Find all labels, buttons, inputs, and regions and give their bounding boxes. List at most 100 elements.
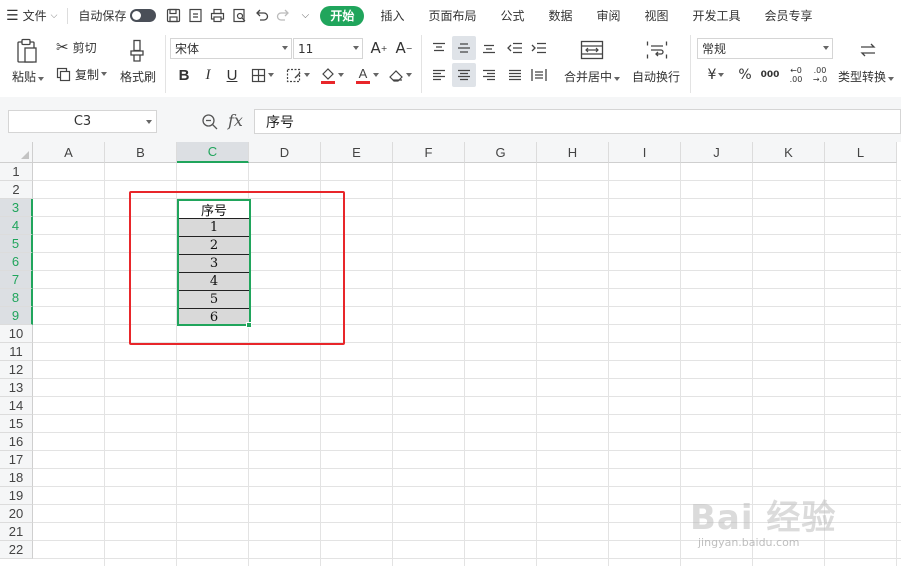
increase-indent-button[interactable] [528, 38, 550, 58]
tab-formulas[interactable]: 公式 [488, 0, 536, 31]
increase-decimal-button[interactable]: ←0.00 [786, 63, 806, 87]
cell-style-button[interactable] [283, 65, 313, 85]
type-convert-icon-button[interactable] [856, 38, 880, 62]
decrease-indent-button[interactable] [504, 38, 526, 58]
column-header-g[interactable]: G [465, 142, 537, 163]
cut-button[interactable]: ✂ 剪切 [56, 38, 97, 56]
tab-member[interactable]: 会员专享 [753, 0, 825, 31]
table-value-cell[interactable]: 4 [178, 272, 250, 290]
increase-font-size-button[interactable]: A + [370, 38, 388, 58]
decrease-decimal-button[interactable]: .00 →.0 [810, 63, 830, 87]
row-header-15[interactable]: 15 [0, 415, 33, 433]
tab-review[interactable]: 审阅 [585, 0, 633, 31]
decrease-font-size-button[interactable]: A − [395, 38, 413, 58]
merge-center-button[interactable]: 合并居中 [564, 68, 621, 85]
row-header-10[interactable]: 10 [0, 325, 33, 343]
row-header-21[interactable]: 21 [0, 523, 33, 541]
align-top-button[interactable] [428, 38, 450, 58]
customize-toolbar-icon[interactable]: ⌵ [294, 5, 316, 27]
row-header-22[interactable]: 22 [0, 541, 33, 559]
merge-center-icon-button[interactable] [578, 38, 606, 62]
table-value-cell[interactable]: 5 [178, 290, 250, 308]
redo-icon[interactable] [272, 5, 294, 27]
column-header-a[interactable]: A [33, 142, 105, 163]
fill-color-button[interactable] [318, 65, 346, 85]
column-header-c[interactable]: C [177, 142, 249, 163]
column-header-d[interactable]: D [249, 142, 321, 163]
table-value-cell[interactable]: 6 [178, 308, 250, 326]
clear-button[interactable] [386, 65, 414, 85]
distributed-align-button[interactable] [528, 65, 550, 85]
tab-page-layout[interactable]: 页面布局 [416, 0, 488, 31]
select-all-corner[interactable] [0, 142, 33, 163]
wrap-text-button[interactable]: 自动换行 [632, 68, 680, 85]
zoom-formula-icon[interactable] [201, 113, 219, 131]
row-header-5[interactable]: 5 [0, 235, 33, 253]
wrap-text-icon-button[interactable] [644, 38, 670, 62]
table-value-cell[interactable]: 3 [178, 254, 250, 272]
print-preview-icon[interactable] [228, 5, 250, 27]
row-header-7[interactable]: 7 [0, 271, 33, 289]
align-left-button[interactable] [428, 65, 450, 85]
currency-format-button[interactable]: ¥ [702, 65, 730, 85]
format-painter-button[interactable] [126, 37, 148, 65]
row-header-9[interactable]: 9 [0, 307, 33, 325]
bold-button[interactable]: B [176, 65, 192, 85]
insert-function-button[interactable]: fx [228, 111, 243, 130]
row-header-11[interactable]: 11 [0, 343, 33, 361]
number-format-select[interactable]: 常规 [697, 38, 833, 59]
name-box[interactable]: C3 [8, 110, 157, 133]
autosave-control[interactable]: 自动保存 [72, 0, 162, 31]
tab-home[interactable]: 开始 [320, 5, 365, 26]
row-header-6[interactable]: 6 [0, 253, 33, 271]
font-size-select[interactable]: 11 [293, 38, 363, 59]
row-header-4[interactable]: 4 [0, 217, 33, 235]
align-right-button[interactable] [478, 65, 500, 85]
row-header-3[interactable]: 3 [0, 199, 33, 217]
align-center-button[interactable] [452, 63, 476, 87]
font-name-select[interactable]: 宋体 [170, 38, 292, 59]
align-bottom-button[interactable] [478, 38, 500, 58]
column-header-e[interactable]: E [321, 142, 393, 163]
row-header-1[interactable]: 1 [0, 163, 33, 181]
fill-handle[interactable] [246, 322, 252, 328]
tab-view[interactable]: 视图 [633, 0, 681, 31]
paste-button[interactable] [14, 37, 40, 65]
column-header-f[interactable]: F [393, 142, 465, 163]
percent-format-button[interactable]: % [736, 65, 754, 85]
column-header-l[interactable]: L [825, 142, 897, 163]
row-header-19[interactable]: 19 [0, 487, 33, 505]
row-header-14[interactable]: 14 [0, 397, 33, 415]
align-middle-button[interactable] [452, 36, 476, 60]
undo-icon[interactable] [250, 5, 272, 27]
thousands-separator-button[interactable]: 000 [760, 65, 780, 85]
row-header-13[interactable]: 13 [0, 379, 33, 397]
save-icon[interactable] [162, 5, 184, 27]
italic-button[interactable]: I [201, 65, 215, 85]
font-color-button[interactable]: A [353, 65, 381, 85]
column-header-b[interactable]: B [105, 142, 177, 163]
column-header-h[interactable]: H [537, 142, 609, 163]
row-header-2[interactable]: 2 [0, 181, 33, 199]
row-header-17[interactable]: 17 [0, 451, 33, 469]
copy-button[interactable]: 复制 [56, 65, 108, 83]
row-header-20[interactable]: 20 [0, 505, 33, 523]
table-value-cell[interactable]: 1 [178, 218, 250, 236]
row-header-18[interactable]: 18 [0, 469, 33, 487]
column-header-i[interactable]: I [609, 142, 681, 163]
tab-data[interactable]: 数据 [536, 0, 584, 31]
formula-input[interactable]: 序号 [254, 109, 901, 134]
tab-developer[interactable]: 开发工具 [681, 0, 753, 31]
row-header-16[interactable]: 16 [0, 433, 33, 451]
table-value-cell[interactable]: 2 [178, 236, 250, 254]
file-menu[interactable]: ☰ 文件 ⌵ [0, 0, 63, 31]
borders-button[interactable] [248, 65, 276, 85]
autosave-toggle[interactable] [130, 9, 157, 22]
underline-button[interactable]: U [224, 65, 240, 85]
tab-insert[interactable]: 插入 [368, 0, 416, 31]
type-convert-button[interactable]: 类型转换 [838, 68, 895, 85]
format-painter-label[interactable]: 格式刷 [120, 68, 156, 85]
table-header-cell[interactable]: 序号 [178, 200, 250, 219]
export-pdf-icon[interactable] [184, 5, 206, 27]
column-header-j[interactable]: J [681, 142, 753, 163]
